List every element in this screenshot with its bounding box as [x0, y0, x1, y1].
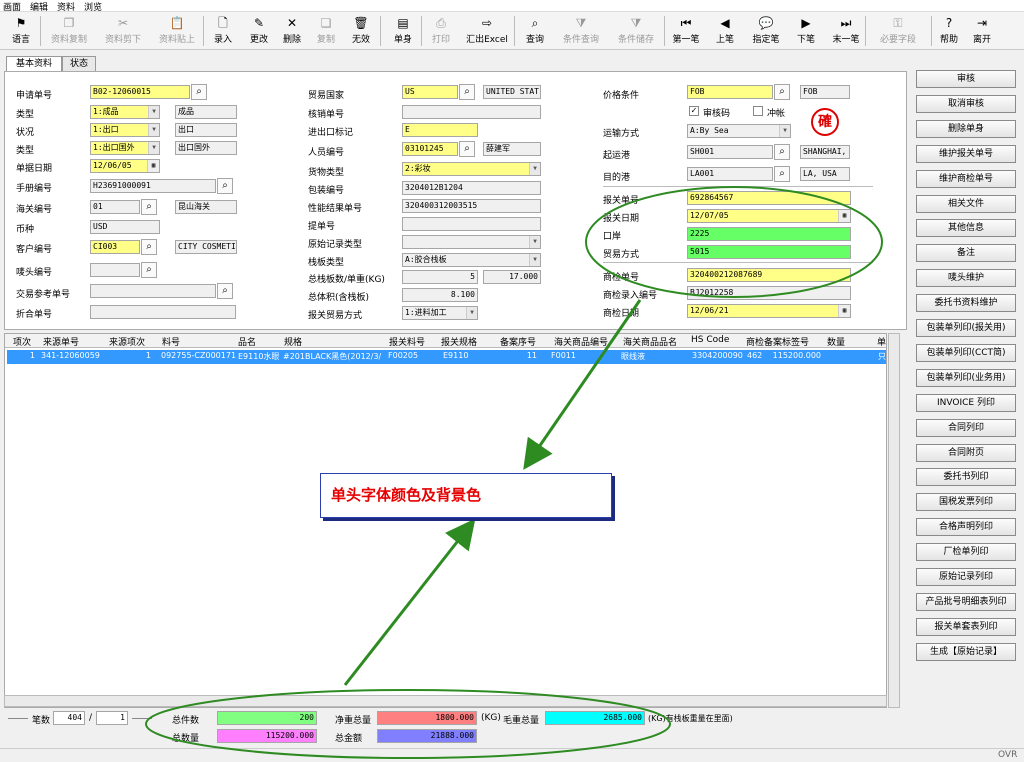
- annotation-arrow-down: [343, 518, 476, 686]
- annotation-callout: 单头字体颜色及背景色: [320, 473, 612, 518]
- highlight-ellipse-totals: [145, 689, 671, 759]
- annotation-arrow-up: [523, 299, 642, 470]
- annotation-overlay: [145, 186, 883, 759]
- highlight-ellipse-header: [585, 186, 883, 298]
